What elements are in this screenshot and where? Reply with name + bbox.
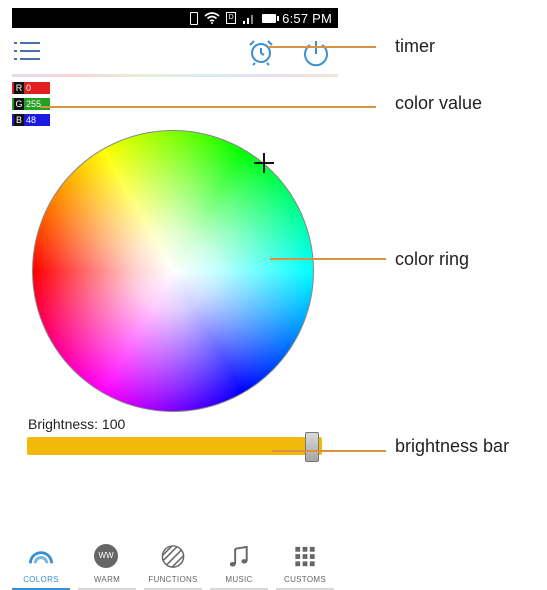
music-note-icon xyxy=(229,545,248,567)
brightness-slider[interactable] xyxy=(27,437,322,455)
vibrate-icon xyxy=(190,11,199,25)
phone-screen: D 6:57 PM R 0 G 255 B 48 Brightness: 100… xyxy=(0,0,345,590)
tab-colors[interactable]: COLORS xyxy=(9,540,73,590)
brightness-label: Brightness: 100 xyxy=(28,416,126,432)
signal-icon xyxy=(243,15,254,24)
color-value-callout-label: color value xyxy=(395,93,483,113)
grid-icon xyxy=(295,546,315,567)
ww-icon: WW xyxy=(94,544,118,568)
striped-circle-icon xyxy=(161,545,185,568)
power-icon[interactable] xyxy=(300,38,332,70)
color-value-callout-line xyxy=(40,106,376,108)
brightness-fill xyxy=(27,437,322,455)
status-bar: D 6:57 PM xyxy=(12,8,338,28)
bottom-nav: COLORS WW WARM FUNCTIONS MUSIC CUSTOMS xyxy=(8,540,338,590)
brightness-bar-callout-label: brightness bar xyxy=(395,436,510,456)
menu-icon[interactable] xyxy=(14,40,40,62)
brightness-bar-callout-line xyxy=(272,450,386,452)
sim-icon: D xyxy=(226,12,237,24)
tab-music[interactable]: MUSIC xyxy=(207,540,271,590)
timer-callout-label: timer xyxy=(395,36,435,56)
color-picker-crosshair[interactable] xyxy=(254,153,274,173)
brightness-slider-thumb[interactable] xyxy=(305,432,319,462)
tab-warm[interactable]: WW WARM xyxy=(75,540,139,590)
color-wheel-center xyxy=(33,131,313,411)
tab-functions[interactable]: FUNCTIONS xyxy=(141,540,205,590)
timer-callout-line xyxy=(268,46,376,48)
color-ring-callout-label: color ring xyxy=(395,249,470,269)
rainbow-icon xyxy=(28,551,54,564)
tab-customs[interactable]: CUSTOMS xyxy=(273,540,337,590)
alarm-clock-icon[interactable] xyxy=(247,38,275,66)
green-value: G 255 xyxy=(12,98,50,110)
battery-icon xyxy=(262,13,280,23)
wifi-icon xyxy=(204,12,220,24)
red-value: R 0 xyxy=(12,82,50,94)
clock-time: 6:57 PM xyxy=(282,10,332,26)
header-divider xyxy=(12,74,338,77)
blue-value: B 48 xyxy=(12,114,50,126)
color-ring-callout-line xyxy=(270,258,386,260)
